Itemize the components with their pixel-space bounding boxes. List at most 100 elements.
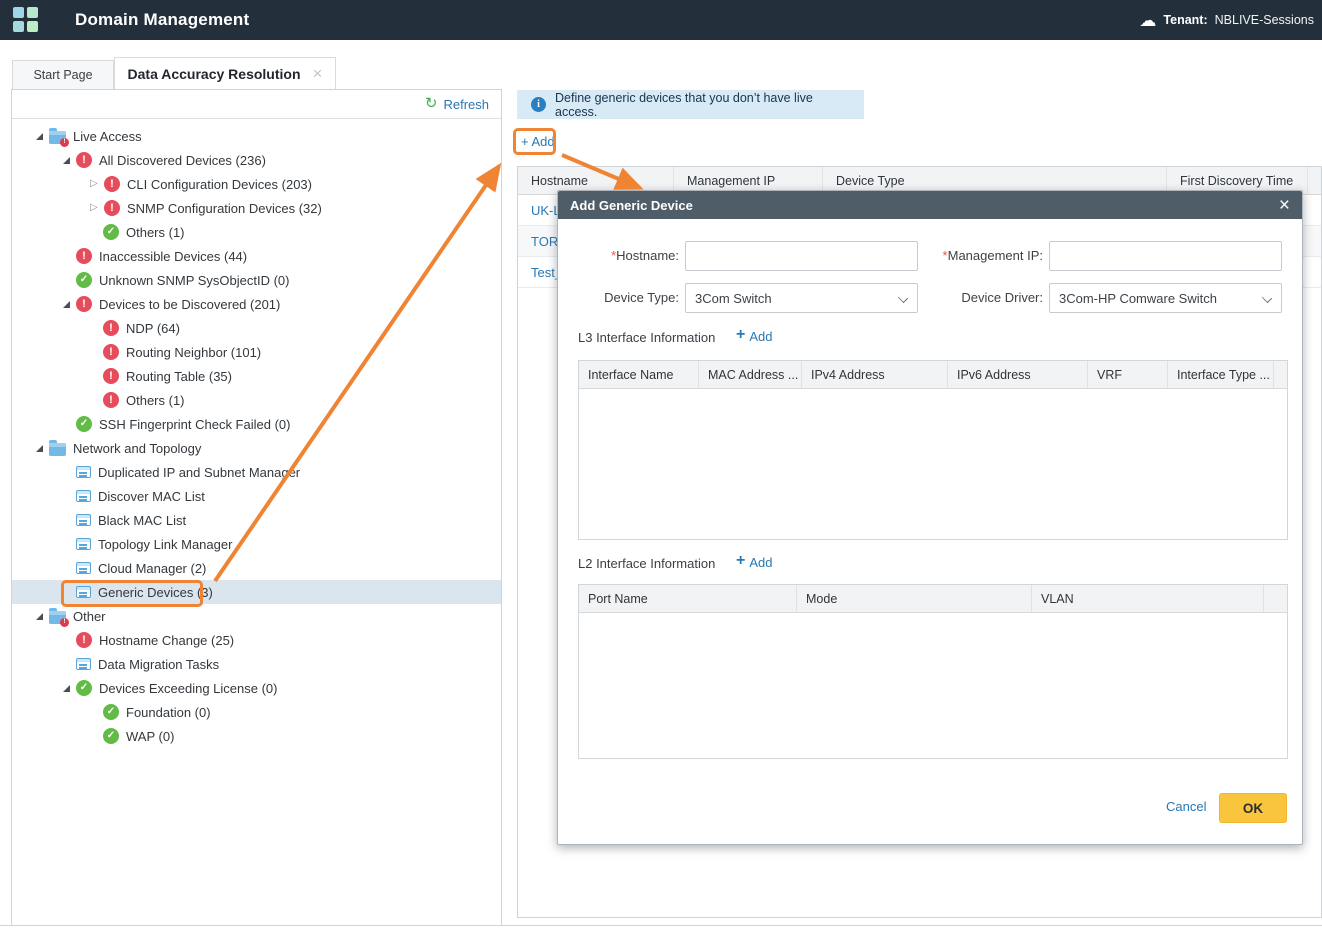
l2-section-title: L2 Interface Information: [578, 556, 715, 571]
tree-item[interactable]: !Devices to be Discovered (201): [12, 292, 501, 316]
column-header[interactable]: Port Name: [579, 585, 797, 612]
tree-item[interactable]: !Routing Table (35): [12, 364, 501, 388]
expander-open-icon[interactable]: [63, 157, 70, 164]
success-icon: ✓: [103, 704, 119, 720]
tree: ! Live Access !All Discovered Devices (236…: [12, 119, 501, 748]
l2-interface-table: Port NameModeVLAN: [578, 584, 1288, 759]
page-bottom-divider: [0, 925, 1322, 926]
error-icon: !: [76, 296, 92, 312]
expander-closed-icon[interactable]: ▷: [90, 179, 99, 189]
add-generic-device-button[interactable]: + Add: [521, 134, 555, 149]
tab-start-page[interactable]: Start Page: [12, 60, 114, 89]
device-tree-panel: ↻ Refresh ! Live Access !All Discovered De…: [11, 89, 502, 926]
tree-item-label: Inaccessible Devices (44): [99, 249, 247, 264]
success-icon: ✓: [103, 224, 119, 240]
tab-close-icon[interactable]: ×: [313, 65, 323, 82]
device-type-select[interactable]: 3Com Switch: [685, 283, 918, 313]
tree-item-label: Devices Exceeding License (0): [99, 681, 277, 696]
tree-item[interactable]: Discover MAC List: [12, 484, 501, 508]
tree-item[interactable]: !Routing Neighbor (101): [12, 340, 501, 364]
expander-open-icon[interactable]: [63, 301, 70, 308]
add-generic-device-dialog: Add Generic Device × *Hostname: *Managem…: [557, 190, 1303, 845]
column-header[interactable]: IPv6 Address: [948, 361, 1088, 388]
column-header[interactable]: Interface Name: [579, 361, 699, 388]
tree-item[interactable]: Black MAC List: [12, 508, 501, 532]
success-icon: ✓: [76, 680, 92, 696]
dialog-close-icon[interactable]: ×: [1279, 196, 1290, 215]
app-grid-icon[interactable]: [13, 7, 39, 33]
tree-item-label: WAP (0): [126, 729, 174, 744]
column-header[interactable]: MAC Address ...: [699, 361, 802, 388]
column-header[interactable]: IPv4 Address: [802, 361, 948, 388]
tree-item[interactable]: ✓SSH Fingerprint Check Failed (0): [12, 412, 501, 436]
device-driver-label: Device Driver:: [922, 283, 1043, 313]
expander-open-icon[interactable]: [36, 133, 43, 140]
expander-open-icon[interactable]: [36, 613, 43, 620]
list-icon: [76, 466, 91, 478]
tree-item[interactable]: Data Migration Tasks: [12, 652, 501, 676]
success-icon: ✓: [103, 728, 119, 744]
tree-item[interactable]: ▷!SNMP Configuration Devices (32): [12, 196, 501, 220]
l3-table-header: Interface NameMAC Address ...IPv4 Addres…: [579, 361, 1287, 389]
tree-item[interactable]: ✓ Others (1): [12, 220, 501, 244]
expander-open-icon[interactable]: [63, 685, 70, 692]
l3-section-title: L3 Interface Information: [578, 330, 715, 345]
error-badge-icon: !: [60, 618, 69, 627]
tree-item[interactable]: !Others (1): [12, 388, 501, 412]
error-badge-icon: !: [60, 138, 69, 147]
tree-item-label: Others (1): [126, 225, 185, 240]
ok-button[interactable]: OK: [1219, 793, 1287, 823]
expander-open-icon[interactable]: [36, 445, 43, 452]
dialog-header[interactable]: Add Generic Device ×: [558, 191, 1302, 219]
tenant-value: NBLIVE-Sessions: [1215, 13, 1314, 27]
l2-add-button[interactable]: + Add: [736, 554, 772, 570]
error-icon: !: [76, 152, 92, 168]
tree-item[interactable]: ✓ Foundation (0): [12, 700, 501, 724]
info-banner: i Define generic devices that you don’t …: [517, 90, 864, 119]
tree-item[interactable]: Cloud Manager (2): [12, 556, 501, 580]
tree-item[interactable]: !Other: [12, 604, 501, 628]
tree-item-label: Foundation (0): [126, 705, 211, 720]
management-ip-field[interactable]: [1049, 241, 1282, 271]
error-icon: !: [76, 632, 92, 648]
tree-item[interactable]: Topology Link Manager: [12, 532, 501, 556]
tree-item-label: Network and Topology: [73, 441, 201, 456]
tree-item[interactable]: Duplicated IP and Subnet Manager: [12, 460, 501, 484]
tree-item[interactable]: ✓ Devices Exceeding License (0): [12, 676, 501, 700]
tree-item[interactable]: !All Discovered Devices (236): [12, 148, 501, 172]
tree-item-label: Data Migration Tasks: [98, 657, 219, 672]
expander-closed-icon[interactable]: ▷: [90, 203, 99, 213]
l3-add-button[interactable]: + Add: [736, 328, 772, 344]
device-driver-select[interactable]: 3Com-HP Comware Switch: [1049, 283, 1282, 313]
folder-error-icon: !: [49, 131, 66, 144]
tree-item[interactable]: Generic Devices (3): [12, 580, 501, 604]
tree-item[interactable]: Network and Topology: [12, 436, 501, 460]
column-header[interactable]: Mode: [797, 585, 1032, 612]
list-icon: [76, 658, 91, 670]
hostname-field[interactable]: [685, 241, 918, 271]
tree-item[interactable]: !NDP (64): [12, 316, 501, 340]
tree-item-label: Generic Devices (3): [98, 585, 213, 600]
column-header[interactable]: Interface Type ...: [1168, 361, 1274, 388]
tab-data-accuracy-resolution[interactable]: Data Accuracy Resolution ×: [114, 57, 336, 89]
error-icon: !: [103, 392, 119, 408]
list-icon: [76, 562, 91, 574]
management-ip-label: *Management IP:: [922, 241, 1043, 271]
column-header[interactable]: VRF: [1088, 361, 1168, 388]
tree-item-label: CLI Configuration Devices (203): [127, 177, 312, 192]
tree-item[interactable]: !Hostname Change (25): [12, 628, 501, 652]
column-header[interactable]: VLAN: [1032, 585, 1264, 612]
cancel-button[interactable]: Cancel: [1166, 799, 1206, 814]
l3-table-body: [579, 389, 1287, 539]
device-type-label: Device Type:: [558, 283, 679, 313]
hostname-label: *Hostname:: [558, 241, 679, 271]
tree-item[interactable]: ✓Unknown SNMP SysObjectID (0): [12, 268, 501, 292]
refresh-button[interactable]: Refresh: [443, 97, 489, 112]
tree-item-label: Live Access: [73, 129, 142, 144]
tree-item[interactable]: ✓ WAP (0): [12, 724, 501, 748]
tree-item[interactable]: !Inaccessible Devices (44): [12, 244, 501, 268]
tree-item[interactable]: ! Live Access: [12, 124, 501, 148]
refresh-bar: ↻ Refresh: [12, 90, 501, 119]
tree-item[interactable]: ▷!CLI Configuration Devices (203): [12, 172, 501, 196]
folder-error-icon: !: [49, 611, 66, 624]
